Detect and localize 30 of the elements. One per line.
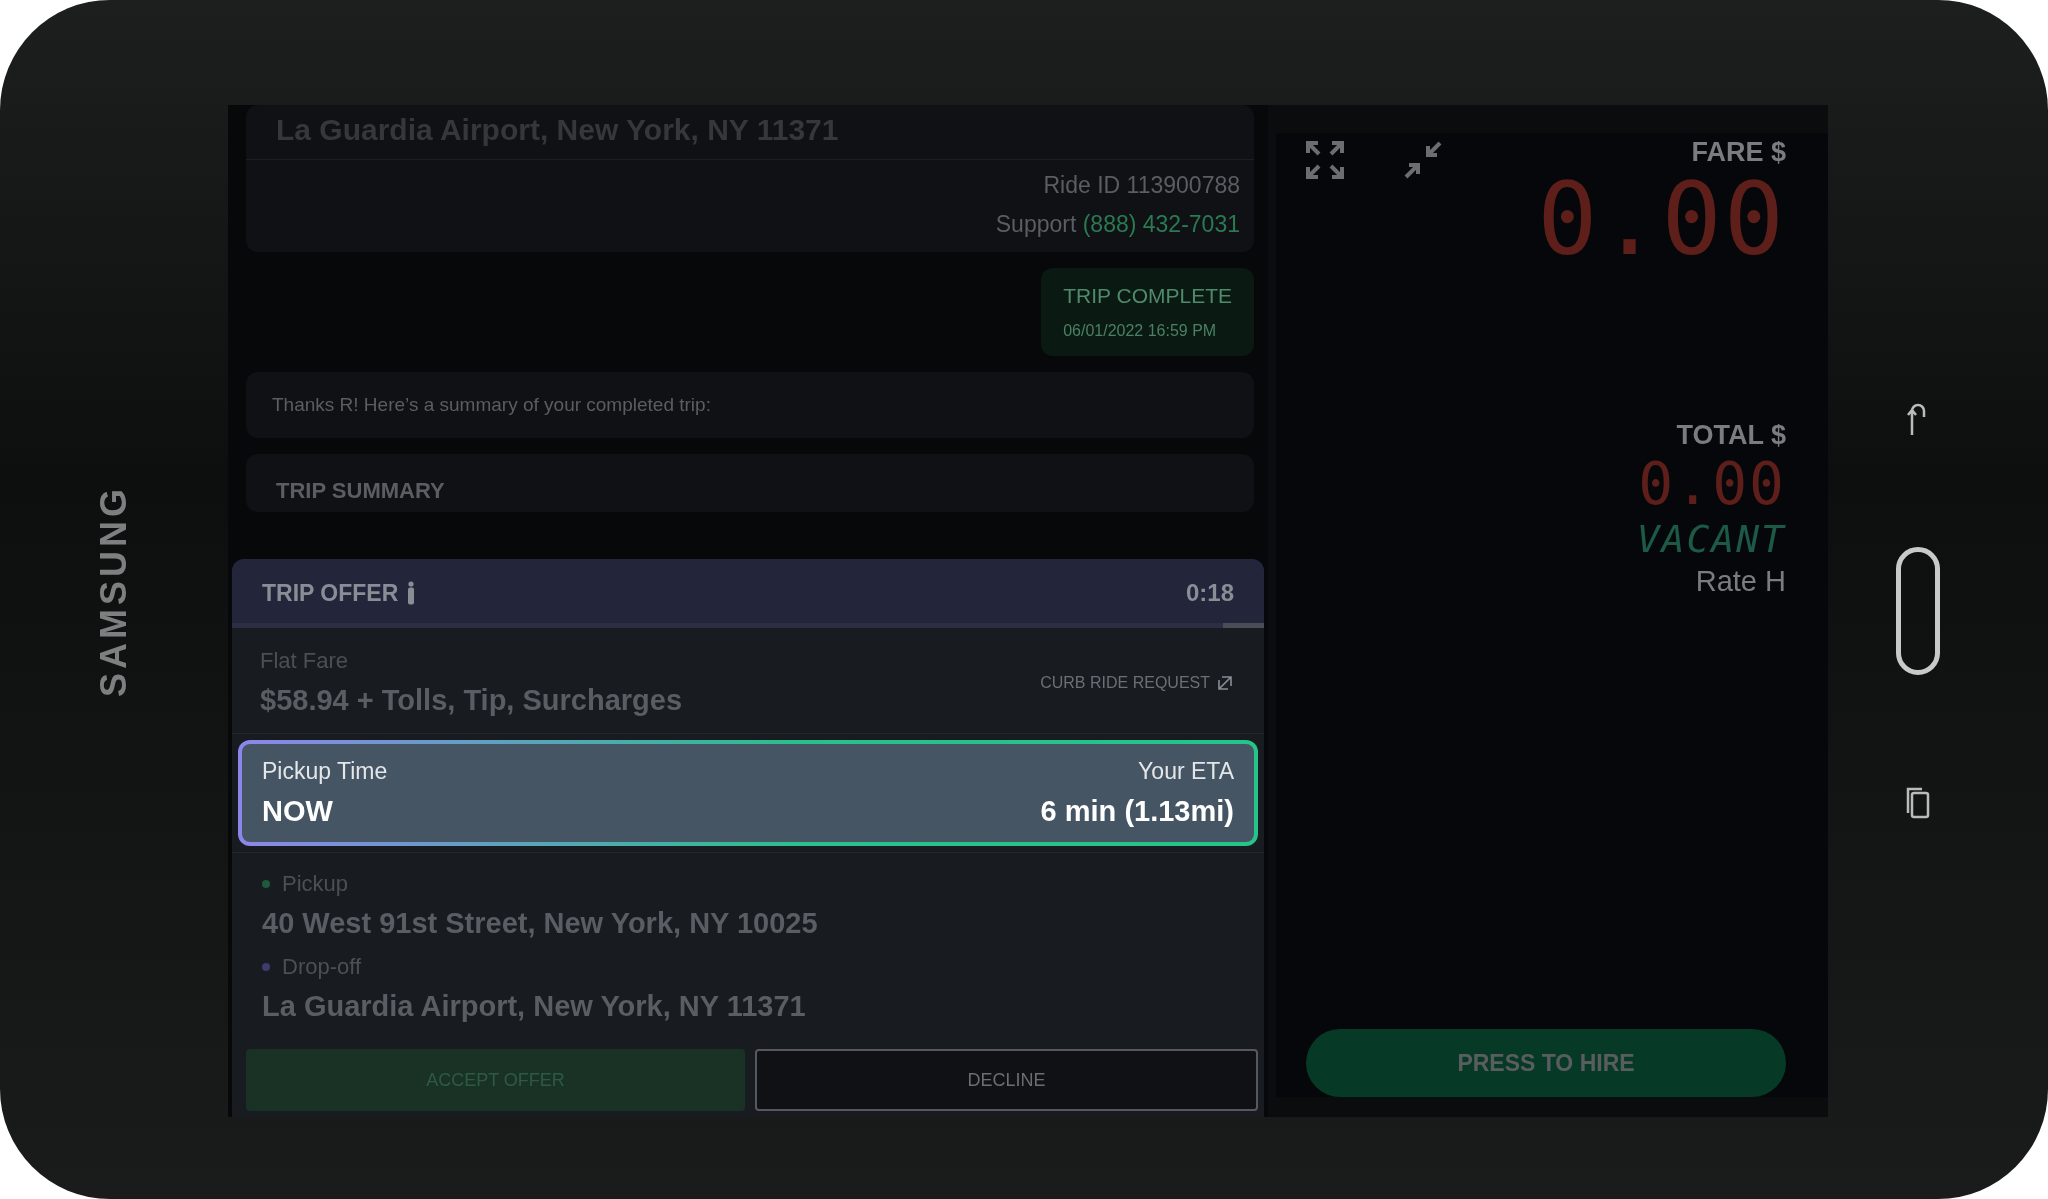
eta-value: 6 min (1.13mi) bbox=[1040, 795, 1234, 828]
ride-id-text: Ride ID 113900788 bbox=[1043, 172, 1240, 199]
stop-address: La Guardia Airport, New York, NY 11371 bbox=[262, 990, 807, 1023]
brand-label: SAMSUNG bbox=[93, 485, 135, 697]
collapse-icon[interactable] bbox=[1404, 141, 1442, 179]
status-title: TRIP COMPLETE bbox=[1063, 284, 1232, 308]
recent-apps-icon[interactable] bbox=[1904, 785, 1932, 821]
decline-button[interactable]: DECLINE bbox=[755, 1049, 1258, 1111]
hire-button[interactable]: PRESS TO HIRE bbox=[1306, 1029, 1786, 1097]
total-label: TOTAL $ bbox=[1676, 420, 1786, 451]
eta-label: Your ETA bbox=[1138, 758, 1234, 785]
pickup-time-label: Pickup Time bbox=[262, 758, 388, 785]
message-text: Thanks R! Here’s a summary of your completed trip: bbox=[272, 394, 711, 415]
expand-icon[interactable] bbox=[1306, 141, 1344, 179]
countdown-text: 0:18 bbox=[1185, 579, 1234, 607]
offer-title: TRIP OFFER bbox=[262, 579, 399, 607]
meter-status-text: VACANT bbox=[1636, 517, 1786, 561]
home-button[interactable] bbox=[1896, 547, 1940, 675]
fare-meter-label: FARE $ bbox=[1691, 137, 1786, 168]
status-time: 06/01/2022 16:59 PM bbox=[1063, 322, 1218, 340]
summary-title: TRIP SUMMARY bbox=[276, 478, 445, 503]
stop-address: 40 West 91st Street, New York, NY 10025 bbox=[262, 907, 819, 940]
support-phone-link[interactable]: (888) 432-7031 bbox=[1082, 211, 1240, 237]
fare-text: $58.94 + Tolls, Tip, Surcharges bbox=[260, 684, 683, 717]
rate-text: Rate H bbox=[1695, 565, 1786, 598]
total-value: 0.00 bbox=[1638, 455, 1786, 513]
fare-meter-value: 0.00 bbox=[1537, 170, 1786, 270]
request-type-text: CURB RIDE REQUEST bbox=[1040, 673, 1210, 692]
support-label: Support bbox=[995, 211, 1077, 237]
pickup-time-value: NOW bbox=[262, 795, 334, 828]
